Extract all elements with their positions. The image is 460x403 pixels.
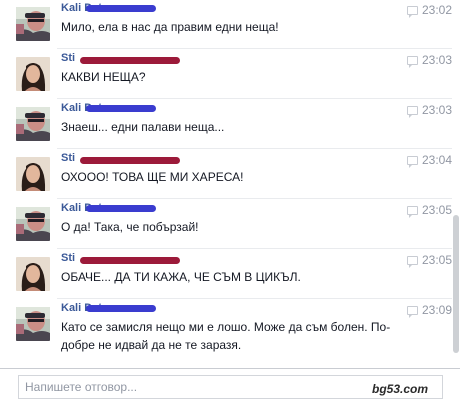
sender-name[interactable]: Sti	[61, 152, 75, 164]
message-text: Мило, ела в нас да правим едни неща!	[61, 20, 279, 34]
chat-window: Kali Dat 23:02 Мило, ела в нас да правим е…	[0, 0, 460, 403]
scrollbar[interactable]	[452, 0, 460, 368]
message-divider	[57, 148, 452, 149]
message-divider	[57, 198, 452, 199]
message-bubble-icon	[407, 306, 418, 318]
message-item: Kali Dat 23:09 Като се замисля нещо ми е л…	[0, 300, 452, 366]
message-divider	[57, 248, 452, 249]
redaction-mark	[86, 5, 156, 12]
woman-avatar-icon[interactable]	[16, 157, 50, 191]
message-timestamp: 23:02	[422, 3, 452, 17]
reply-composer: bg53.com	[0, 368, 460, 403]
message-timestamp: 23:03	[422, 103, 452, 117]
message-text: добре не идвай да не те заразя.	[61, 338, 242, 352]
sender-name[interactable]: Sti	[61, 252, 75, 264]
message-text: КАКВИ НЕЩА?	[61, 70, 146, 84]
message-item: Sti 23:03 КАКВИ НЕЩА?	[0, 50, 452, 98]
man-avatar-icon[interactable]	[16, 7, 50, 41]
redaction-mark	[80, 157, 180, 164]
message-item: Kali Dat 23:02 Мило, ела в нас да правим е…	[0, 0, 452, 48]
message-bubble-icon	[407, 6, 418, 18]
message-text: Като се замисля нещо ми е лошо. Може да …	[61, 320, 391, 334]
message-divider	[57, 298, 452, 299]
watermark: bg53.com	[372, 382, 429, 396]
message-timestamp: 23:09	[422, 303, 452, 317]
redaction-mark	[86, 105, 156, 112]
message-divider	[57, 98, 452, 99]
woman-avatar-icon[interactable]	[16, 257, 50, 291]
message-item: Sti 23:04 ОХООО! ТОВА ЩЕ МИ ХАРЕСА!	[0, 150, 452, 198]
man-avatar-icon[interactable]	[16, 107, 50, 141]
sender-name[interactable]: Sti	[61, 52, 75, 64]
message-text: ОБАЧЕ... ДА ТИ КАЖА, ЧЕ СЪМ В ЦИКЪЛ.	[61, 270, 301, 284]
woman-avatar-icon[interactable]	[16, 57, 50, 91]
message-bubble-icon	[407, 206, 418, 218]
scrollbar-thumb[interactable]	[453, 215, 459, 353]
message-item: Kali Dat 23:05 О да! Така, че побързай!	[0, 200, 452, 248]
message-bubble-icon	[407, 56, 418, 68]
message-divider	[57, 48, 452, 49]
message-timestamp: 23:05	[422, 203, 452, 217]
message-bubble-icon	[407, 106, 418, 118]
message-text: О да! Така, че побързай!	[61, 220, 199, 234]
man-avatar-icon[interactable]	[16, 307, 50, 341]
redaction-mark	[80, 257, 180, 264]
redaction-mark	[86, 205, 156, 212]
message-timestamp: 23:04	[422, 153, 452, 167]
message-item: Sti 23:05 ОБАЧЕ... ДА ТИ КАЖА, ЧЕ СЪМ В ЦИ…	[0, 250, 452, 298]
message-bubble-icon	[407, 156, 418, 168]
message-timestamp: 23:05	[422, 253, 452, 267]
message-text: Знаеш... едни палави неща...	[61, 120, 225, 134]
redaction-mark	[80, 57, 180, 64]
message-item: Kali Dat 23:03 Знаеш... едни палави неща..…	[0, 100, 452, 148]
message-timestamp: 23:03	[422, 53, 452, 67]
message-list: Kali Dat 23:02 Мило, ела в нас да правим е…	[0, 0, 452, 368]
man-avatar-icon[interactable]	[16, 207, 50, 241]
message-text: ОХООО! ТОВА ЩЕ МИ ХАРЕСА!	[61, 170, 244, 184]
redaction-mark	[86, 305, 156, 312]
message-bubble-icon	[407, 256, 418, 268]
